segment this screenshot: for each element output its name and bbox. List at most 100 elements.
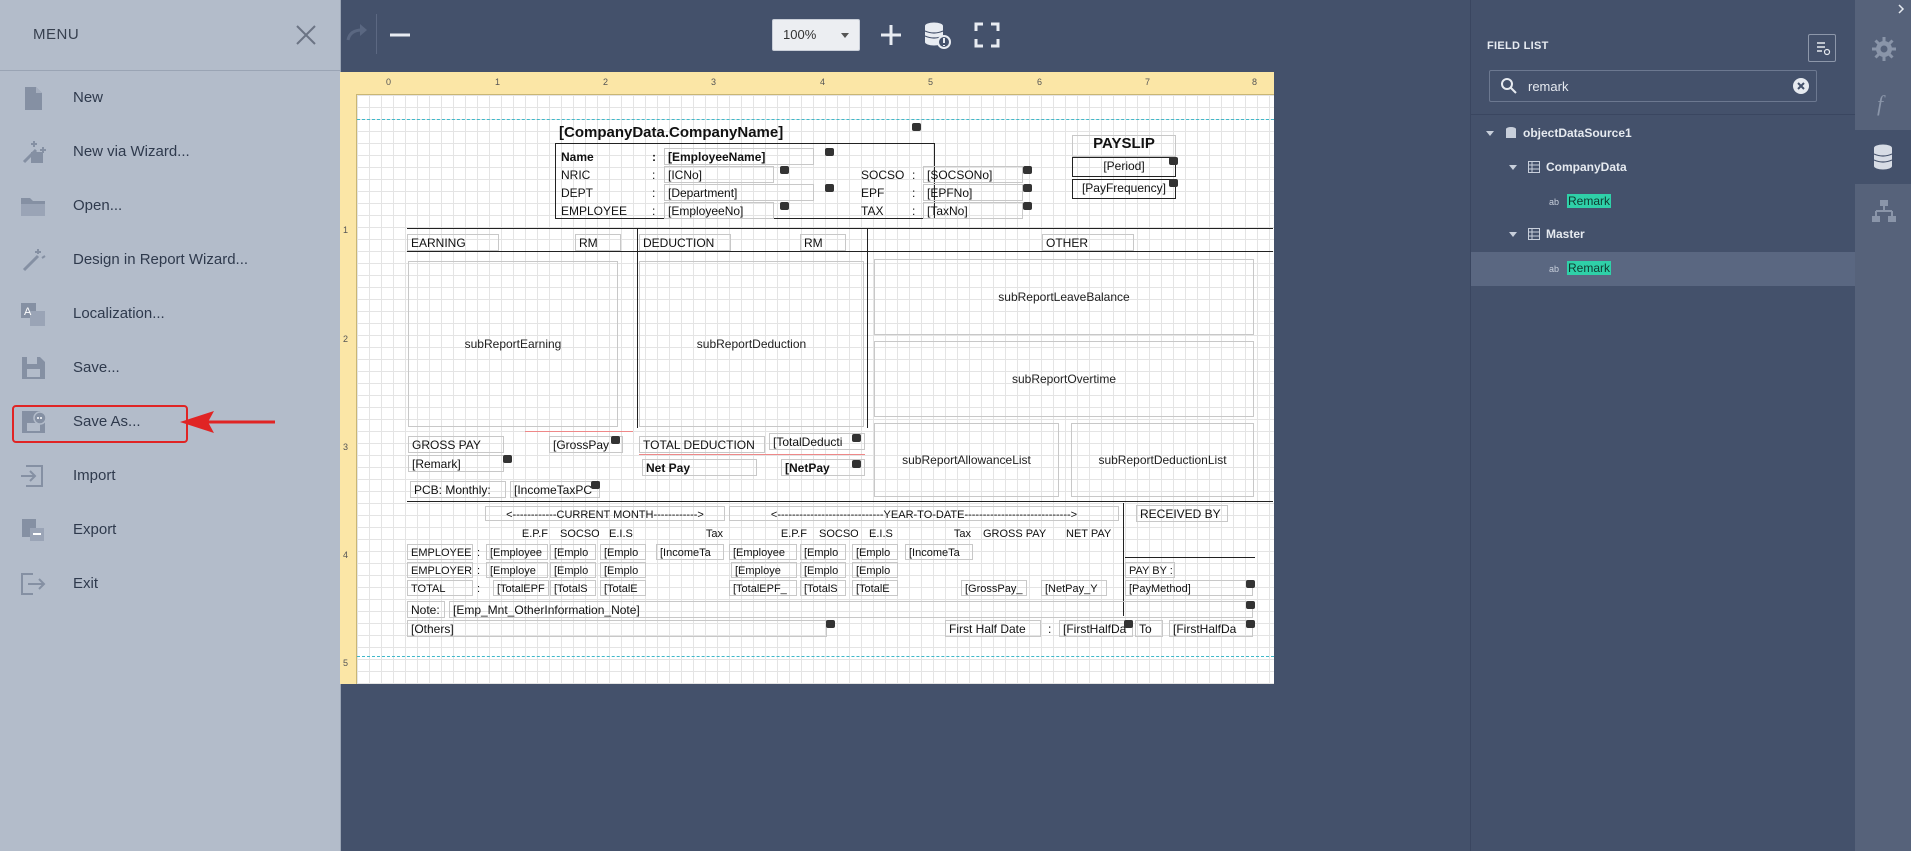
net-pay-label[interactable]: Net Pay [642, 459, 757, 476]
socso-col[interactable]: SOCSO [556, 525, 600, 541]
socso-no-field[interactable]: [SOCSONo] [923, 166, 1023, 183]
subreport-earning[interactable]: subReportEarning [408, 261, 618, 427]
tree-node-master[interactable]: Master [1508, 222, 1838, 246]
ytd-total-gross-pay[interactable]: [GrossPay_ [961, 580, 1027, 596]
expressions-tab[interactable]: f [1855, 76, 1911, 130]
add-calculated-field-icon[interactable] [1808, 34, 1836, 62]
ytd-employee-tax[interactable]: [IncomeTa [905, 544, 973, 560]
employer-row-label[interactable]: EMPLOYER [407, 562, 473, 578]
employee-label[interactable]: EMPLOYEE [557, 202, 647, 219]
ytd-employee-socso[interactable]: [Emplo [800, 544, 846, 560]
company-name-field[interactable]: [CompanyData.CompanyName] [555, 124, 825, 144]
icno-field[interactable]: [ICNo] [664, 166, 774, 183]
cm-employer-eis[interactable]: [Emplo [600, 562, 646, 578]
ytd-net-pay-col[interactable]: NET PAY [1062, 525, 1122, 541]
gross-pay-label[interactable]: GROSS PAY [408, 436, 504, 453]
clear-search-icon[interactable] [1792, 77, 1810, 95]
department-field[interactable]: [Department] [664, 184, 814, 201]
total-deduction-label[interactable]: TOTAL DEDUCTION [639, 436, 765, 453]
cm-employee-socso[interactable]: [Emplo [550, 544, 596, 560]
zoom-select[interactable]: 100% [772, 19, 860, 51]
fullscreen-icon[interactable] [970, 18, 1004, 52]
employee-name-field[interactable]: [EmployeeName] [664, 148, 814, 165]
others-field[interactable]: [Others] [407, 620, 827, 637]
cm-employer-socso[interactable]: [Emplo [550, 562, 596, 578]
cm-total-epf[interactable]: [TotalEPF [493, 580, 549, 596]
subreport-leave-balance[interactable]: subReportLeaveBalance [874, 259, 1254, 335]
employee-no-field[interactable]: [EmployeeNo] [664, 202, 774, 219]
first-half-date-label[interactable]: First Half Date [945, 620, 1041, 637]
total-row-label[interactable]: TOTAL [407, 580, 473, 596]
ytd-employee-epf[interactable]: [Employee [729, 544, 797, 560]
period-field[interactable]: [Period] [1072, 157, 1176, 177]
received-by-label[interactable]: RECEIVED BY [1136, 505, 1228, 522]
note-field[interactable]: [Emp_Mnt_OtherInformation_Note] [449, 601, 1253, 618]
ytd-total-socso[interactable]: [TotalS [800, 580, 846, 596]
field-list-tab[interactable] [1855, 130, 1911, 184]
tax-col[interactable]: Tax [687, 525, 727, 541]
total-deduction-field[interactable]: [TotalDeducti [769, 433, 865, 450]
deduction-heading[interactable]: DEDUCTION [639, 234, 731, 251]
subreport-deduction[interactable]: subReportDeduction [639, 261, 864, 427]
name-label[interactable]: Name [557, 148, 647, 165]
eis-col[interactable]: E.I.S [605, 525, 649, 541]
report-explorer-tab[interactable] [1855, 184, 1911, 238]
nric-label[interactable]: NRIC [557, 166, 647, 183]
menu-item-import[interactable]: Import [14, 456, 314, 496]
tax-label[interactable]: TAX [857, 202, 907, 219]
menu-item-export[interactable]: Export [14, 510, 314, 550]
note-label[interactable]: Note: [407, 601, 445, 618]
chevron-down-icon[interactable] [1508, 162, 1518, 172]
ytd-eis-col[interactable]: E.I.S [865, 525, 909, 541]
first-half-date-to-field[interactable]: [FirstHalfDa [1169, 620, 1253, 637]
menu-item-exit[interactable]: Exit [14, 564, 314, 604]
report-canvas[interactable]: [CompanyData.CompanyName] Name NRIC DEPT… [357, 95, 1274, 684]
ytd-total-net-pay[interactable]: [NetPay_Y [1041, 580, 1107, 596]
ytd-employer-eis[interactable]: [Emplo [852, 562, 898, 578]
chevron-down-icon[interactable] [1508, 229, 1518, 239]
zoom-in-icon[interactable] [874, 18, 908, 52]
pay-method-field[interactable]: [PayMethod] [1125, 580, 1253, 596]
redo-icon[interactable] [340, 18, 374, 52]
ytd-gross-pay-col[interactable]: GROSS PAY [979, 525, 1059, 541]
epf-label[interactable]: EPF [857, 184, 907, 201]
validate-bindings-icon[interactable] [920, 18, 954, 52]
rm-heading[interactable]: RM [800, 234, 846, 251]
cm-employee-epf[interactable]: [Employee [486, 544, 548, 560]
tree-node-companydata[interactable]: CompanyData [1508, 155, 1838, 179]
cm-employee-eis[interactable]: [Emplo [600, 544, 646, 560]
year-to-date-heading[interactable]: <-----------------------------YEAR-TO-DA… [729, 506, 1119, 521]
chevron-right-icon[interactable] [1895, 3, 1907, 15]
epf-no-field[interactable]: [EPFNo] [923, 184, 1023, 201]
first-half-date-field[interactable]: [FirstHalfDa [1059, 620, 1133, 637]
socso-label[interactable]: SOCSO [857, 166, 907, 183]
subreport-deduction-list[interactable]: subReportDeductionList [1071, 423, 1254, 497]
menu-item-new[interactable]: New [14, 78, 314, 118]
subreport-overtime[interactable]: subReportOvertime [874, 341, 1254, 417]
ytd-socso-col[interactable]: SOCSO [815, 525, 859, 541]
menu-item-new-via-wizard[interactable]: New via Wizard... [14, 132, 314, 172]
report-design-surface[interactable]: 0 1 2 3 4 5 6 7 8 1 2 3 4 5 [CompanyData… [340, 72, 1274, 684]
current-month-heading[interactable]: <------------CURRENT MONTH------------> [485, 506, 725, 521]
cm-total-socso[interactable]: [TotalS [550, 580, 596, 596]
tree-node-datasource[interactable]: objectDataSource1 [1485, 121, 1845, 145]
chevron-down-icon[interactable] [1485, 128, 1495, 138]
zoom-out-icon[interactable] [383, 18, 417, 52]
properties-tab[interactable] [1855, 22, 1911, 76]
other-heading[interactable]: OTHER [1042, 234, 1134, 251]
cm-employer-epf[interactable]: [Employe [486, 562, 548, 578]
ytd-employer-epf[interactable]: [Employe [731, 562, 797, 578]
earning-heading[interactable]: EARNING [407, 234, 499, 251]
ytd-employee-eis[interactable]: [Emplo [852, 544, 898, 560]
ytd-total-epf[interactable]: [TotalEPF_ [729, 580, 797, 596]
ytd-total-eis[interactable]: [TotalE [852, 580, 898, 596]
pay-frequency-field[interactable]: [PayFrequency] [1072, 179, 1176, 199]
menu-item-design-in-report-wizard[interactable]: Design in Report Wizard... [14, 240, 314, 280]
tree-node-companydata-remark[interactable]: ab Remark [1549, 189, 1839, 213]
cm-employee-tax[interactable]: [IncomeTa [656, 544, 724, 560]
pay-by-label[interactable]: PAY BY : [1125, 562, 1175, 578]
tree-node-master-remark[interactable]: ab Remark [1549, 256, 1839, 280]
epf-col[interactable]: E.P.F [508, 525, 552, 541]
remark-field[interactable]: [Remark] [408, 455, 504, 472]
income-tax-pcb-field[interactable]: [IncomeTaxPC [510, 481, 600, 498]
